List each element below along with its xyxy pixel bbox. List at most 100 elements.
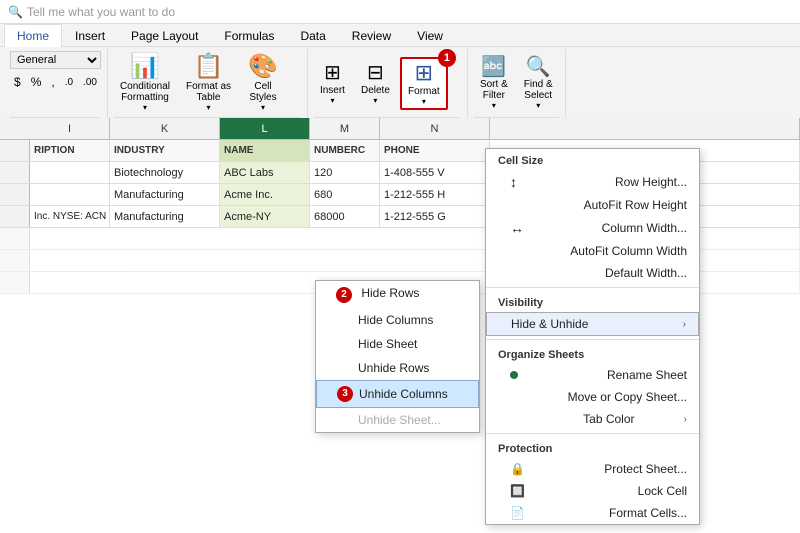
col-header-n[interactable]: N <box>380 118 490 139</box>
dec-plus-button[interactable]: .0 <box>61 75 77 90</box>
tab-color-label: Tab Color <box>583 412 634 426</box>
row-header <box>0 250 30 271</box>
row-header <box>0 228 30 249</box>
rename-sheet-item[interactable]: Rename Sheet <box>486 364 699 386</box>
col-header-m[interactable]: M <box>310 118 380 139</box>
hide-rows-item[interactable]: 2 Hide Rows <box>316 281 479 308</box>
tell-me-text[interactable]: Tell me what you want to do <box>27 5 175 19</box>
unhide-columns-label: Unhide Columns <box>359 387 448 401</box>
tab-color-arrow: › <box>684 414 687 425</box>
hide-columns-item[interactable]: Hide Columns <box>316 308 479 332</box>
format-as-table-button[interactable]: 📋 Format asTable ▾ <box>180 51 237 115</box>
currency-button[interactable]: $ <box>10 73 25 91</box>
unhide-columns-item[interactable]: 3 Unhide Columns <box>316 380 479 408</box>
tab-data[interactable]: Data <box>287 24 338 47</box>
tab-page-layout[interactable]: Page Layout <box>118 24 211 47</box>
default-width-item[interactable]: Default Width... <box>486 262 699 284</box>
lock-cell-item[interactable]: 🔲 Lock Cell <box>486 480 699 502</box>
cell-k-1[interactable]: Biotechnology <box>110 162 220 183</box>
cell-m-1[interactable]: 120 <box>310 162 380 183</box>
autofit-col-item[interactable]: AutoFit Column Width <box>486 240 699 262</box>
cell-n-3[interactable]: 1-212-555 G <box>380 206 490 227</box>
dec-minus-button[interactable]: .00 <box>79 75 101 90</box>
cell-l-1[interactable]: ABC Labs <box>220 162 310 183</box>
move-copy-label: Move or Copy Sheet... <box>568 390 687 404</box>
unhide-sheet-item[interactable]: Unhide Sheet... <box>316 408 479 432</box>
cell-size-title: Cell Size <box>486 149 699 170</box>
format-as-table-label: Format asTable <box>186 81 231 103</box>
tab-color-item[interactable]: Tab Color › <box>486 408 699 430</box>
separator-3 <box>486 433 699 434</box>
cell-l-header[interactable]: NAME <box>220 140 310 161</box>
cell-m-2[interactable]: 680 <box>310 184 380 205</box>
col-header-l[interactable]: L <box>220 118 310 139</box>
tab-view[interactable]: View <box>404 24 456 47</box>
protect-sheet-item[interactable]: 🔒 Protect Sheet... <box>486 458 699 480</box>
cell-i-3[interactable]: Inc. NYSE: ACN <box>30 206 110 227</box>
cell-i-1[interactable] <box>30 162 110 183</box>
tell-me-bar: 🔍 Tell me what you want to do <box>0 0 800 24</box>
insert-button[interactable]: ⊞ Insert ▾ <box>314 59 351 108</box>
ribbon-tabs: Home Insert Page Layout Formulas Data Re… <box>0 24 800 47</box>
hide-unhide-submenu: 2 Hide Rows Hide Columns Hide Sheet Unhi… <box>315 280 480 433</box>
autofit-row-item[interactable]: AutoFit Row Height <box>486 194 699 216</box>
rename-sheet-label: Rename Sheet <box>607 368 687 382</box>
unhide-sheet-label: Unhide Sheet... <box>358 413 441 427</box>
move-copy-item[interactable]: Move or Copy Sheet... <box>486 386 699 408</box>
sort-filter-button[interactable]: 🔤 Sort &Filter ▾ <box>474 53 514 113</box>
hide-sheet-item[interactable]: Hide Sheet <box>316 332 479 356</box>
visibility-title: Visibility <box>486 291 699 312</box>
cell-i-header[interactable]: RIPTION <box>30 140 110 161</box>
unhide-rows-label: Unhide Rows <box>358 361 429 375</box>
row-header <box>0 162 30 183</box>
protect-sheet-label: Protect Sheet... <box>604 462 687 476</box>
col-header-k[interactable]: K <box>110 118 220 139</box>
cell-l-2[interactable]: Acme Inc. <box>220 184 310 205</box>
delete-label: Delete <box>361 85 390 96</box>
row-height-label: Row Height... <box>615 175 687 189</box>
cell-m-header[interactable]: NUMBERC <box>310 140 380 161</box>
percent-button[interactable]: % <box>27 73 46 91</box>
format-badge: 1 <box>438 49 456 67</box>
cell-n-header[interactable]: PHONE <box>380 140 490 161</box>
insert-arrow: ▾ <box>330 96 334 105</box>
cell-styles-label: CellStyles <box>249 81 276 103</box>
hide-unhide-item[interactable]: Hide & Unhide › <box>486 312 699 336</box>
delete-button[interactable]: ⊟ Delete ▾ <box>355 59 396 108</box>
col-width-item[interactable]: ↔ Column Width... <box>486 216 699 240</box>
tab-home[interactable]: Home <box>4 24 62 47</box>
cell-l-3[interactable]: Acme-NY <box>220 206 310 227</box>
row-header <box>0 140 30 161</box>
tab-formulas[interactable]: Formulas <box>211 24 287 47</box>
format-arrow: ▾ <box>422 97 426 106</box>
col-header-i[interactable]: I <box>30 118 110 139</box>
row-height-item[interactable]: ↕ Row Height... <box>486 170 699 194</box>
cell-k-2[interactable]: Manufacturing <box>110 184 220 205</box>
cell-n-1[interactable]: 1-408-555 V <box>380 162 490 183</box>
cell-n-2[interactable]: 1-212-555 H <box>380 184 490 205</box>
col-header-rest <box>490 118 800 139</box>
cell-i-2[interactable] <box>30 184 110 205</box>
hide-rows-badge: 2 <box>336 287 352 303</box>
find-select-button[interactable]: 🔍 Find &Select ▾ <box>518 53 559 113</box>
autofit-row-label: AutoFit Row Height <box>584 198 687 212</box>
search-icon: 🔍 <box>8 5 23 19</box>
hide-unhide-arrow: › <box>683 319 686 330</box>
row-header <box>0 272 30 293</box>
sort-filter-label: Sort &Filter <box>480 79 508 101</box>
cell-k-3[interactable]: Manufacturing <box>110 206 220 227</box>
conditional-formatting-arrow: ▾ <box>143 103 147 112</box>
sort-arrow: ▾ <box>492 101 496 110</box>
cell-m-3[interactable]: 68000 <box>310 206 380 227</box>
find-arrow: ▾ <box>536 101 540 110</box>
format-cells-item[interactable]: 📄 Format Cells... <box>486 502 699 524</box>
tab-review[interactable]: Review <box>339 24 404 47</box>
number-format-select[interactable]: General <box>10 51 101 69</box>
cell-k-header[interactable]: INDUSTRY <box>110 140 220 161</box>
conditional-formatting-button[interactable]: 📊 ConditionalFormatting ▾ <box>114 51 176 115</box>
row-header <box>0 206 30 227</box>
tab-insert[interactable]: Insert <box>62 24 118 47</box>
unhide-rows-item[interactable]: Unhide Rows <box>316 356 479 380</box>
comma-button[interactable]: , <box>47 73 58 91</box>
cell-styles-button[interactable]: 🎨 CellStyles ▾ <box>241 51 285 115</box>
